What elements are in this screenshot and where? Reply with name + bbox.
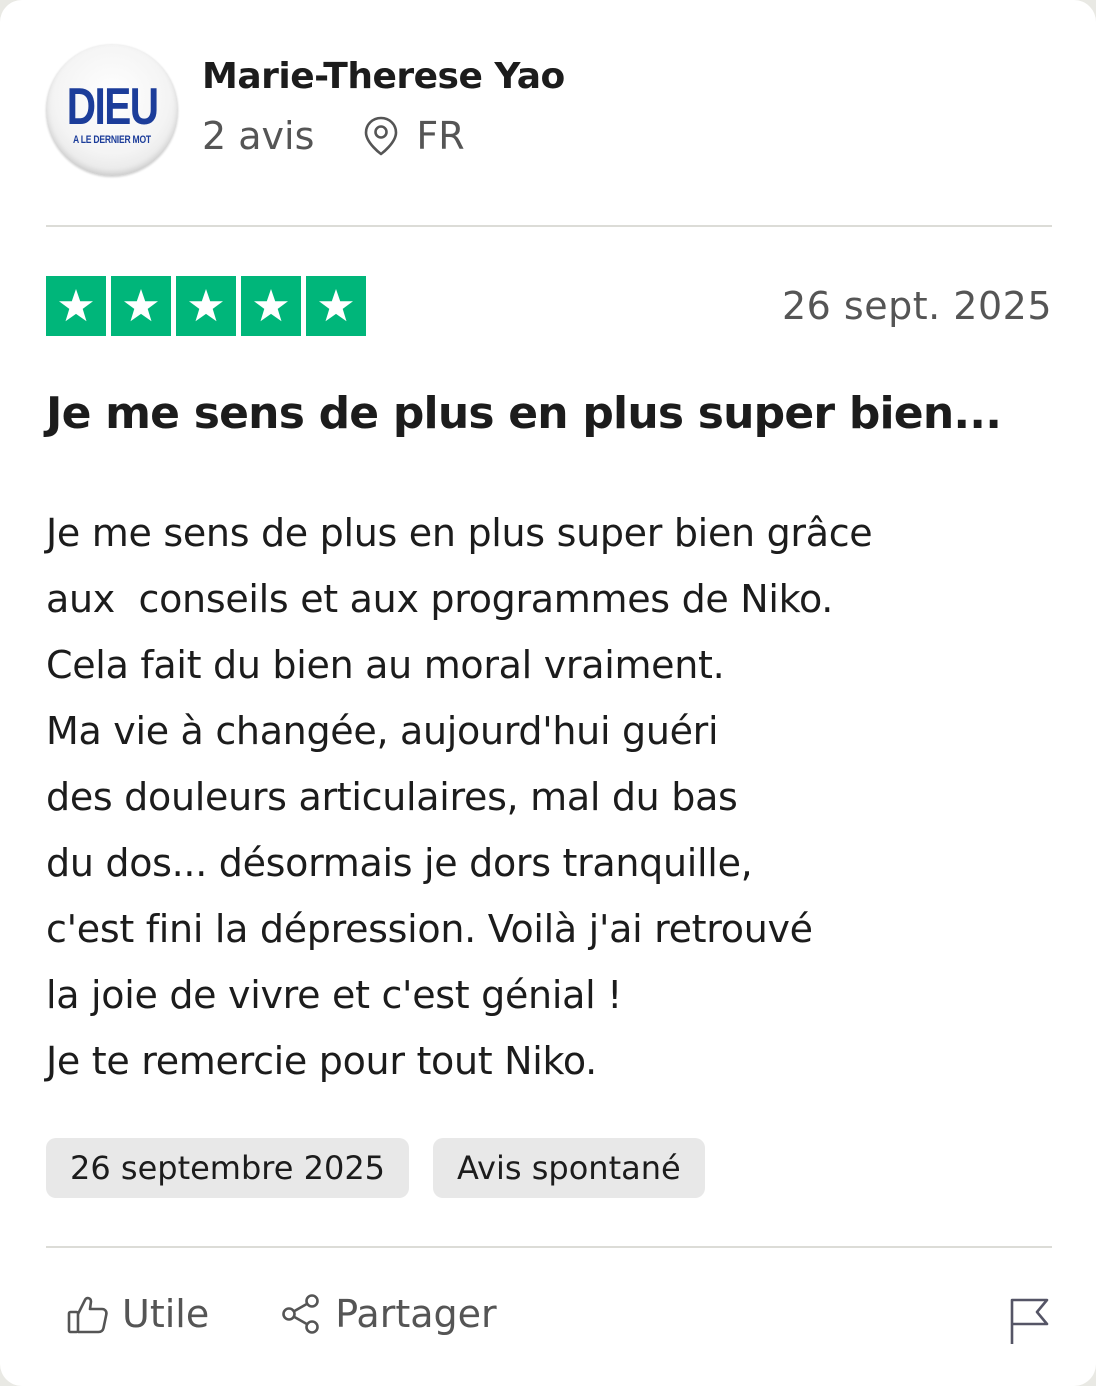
star-icon xyxy=(59,289,93,322)
star-icon xyxy=(254,289,288,322)
review-card: DIEU A LE DERNIER MOT Marie-Therese Yao … xyxy=(0,0,1096,1386)
share-icon xyxy=(282,1294,320,1334)
useful-label: Utile xyxy=(122,1292,210,1336)
star-4 xyxy=(241,276,301,336)
reviewer-meta: 2 avis FR xyxy=(202,114,565,158)
reviewer-name[interactable]: Marie-Therese Yao xyxy=(202,52,565,102)
avatar-sub-text: A LE DERNIER MOT xyxy=(73,134,151,146)
review-body-line: c'est fini la dépression. Voilà j'ai ret… xyxy=(46,907,813,951)
footer-divider xyxy=(46,1246,1052,1248)
star-icon xyxy=(189,289,223,322)
reviewer-info: Marie-Therese Yao 2 avis FR xyxy=(202,52,565,158)
review-actions: Utile Partager xyxy=(66,1292,497,1336)
star-5 xyxy=(306,276,366,336)
map-pin-icon xyxy=(365,116,398,156)
share-button[interactable]: Partager xyxy=(279,1292,497,1336)
star-2 xyxy=(111,276,171,336)
avatar[interactable]: DIEU A LE DERNIER MOT xyxy=(46,44,178,176)
share-label: Partager xyxy=(335,1292,497,1336)
rating-row: 26 sept. 2025 xyxy=(46,276,1052,336)
experience-date-tag: 26 septembre 2025 xyxy=(46,1138,410,1198)
review-body-line: Je me sens de plus en plus super bien gr… xyxy=(46,511,873,555)
header-divider xyxy=(46,225,1052,227)
report-button[interactable] xyxy=(1006,1296,1052,1350)
star-3 xyxy=(176,276,236,336)
review-body-line: Je te remercie pour tout Niko. xyxy=(46,1039,597,1083)
spontaneous-review-tag: Avis spontané xyxy=(433,1138,705,1198)
review-body-line: Cela fait du bien au moral vraiment. xyxy=(46,643,725,687)
review-body-line: aux conseils et aux programmes de Niko. xyxy=(46,577,834,621)
reviewer-location: FR xyxy=(362,114,465,158)
review-body-line: la joie de vivre et c'est génial ! xyxy=(46,973,623,1017)
review-body: Je me sens de plus en plus super bien gr… xyxy=(46,500,1056,1094)
review-count: 2 avis xyxy=(202,114,315,158)
review-body-line: du dos... désormais je dors tranquille, xyxy=(46,841,753,885)
star-rating xyxy=(46,276,366,336)
star-icon xyxy=(319,289,353,322)
location-code: FR xyxy=(416,114,465,158)
thumbs-up-icon xyxy=(67,1296,108,1334)
reviewer-header: DIEU A LE DERNIER MOT Marie-Therese Yao … xyxy=(46,44,565,176)
review-body-line: des douleurs articulaires, mal du bas xyxy=(46,775,738,819)
review-tags: 26 septembre 2025 Avis spontané xyxy=(46,1138,705,1198)
review-body-line: Ma vie à changée, aujourd'hui guéri xyxy=(46,709,719,753)
star-icon xyxy=(124,289,158,322)
star-1 xyxy=(46,276,106,336)
flag-icon xyxy=(1010,1298,1049,1344)
review-date: 26 sept. 2025 xyxy=(782,284,1052,328)
review-title[interactable]: Je me sens de plus en plus super bien... xyxy=(46,388,1052,439)
avatar-main-text: DIEU xyxy=(66,78,159,136)
useful-button[interactable]: Utile xyxy=(66,1292,209,1336)
